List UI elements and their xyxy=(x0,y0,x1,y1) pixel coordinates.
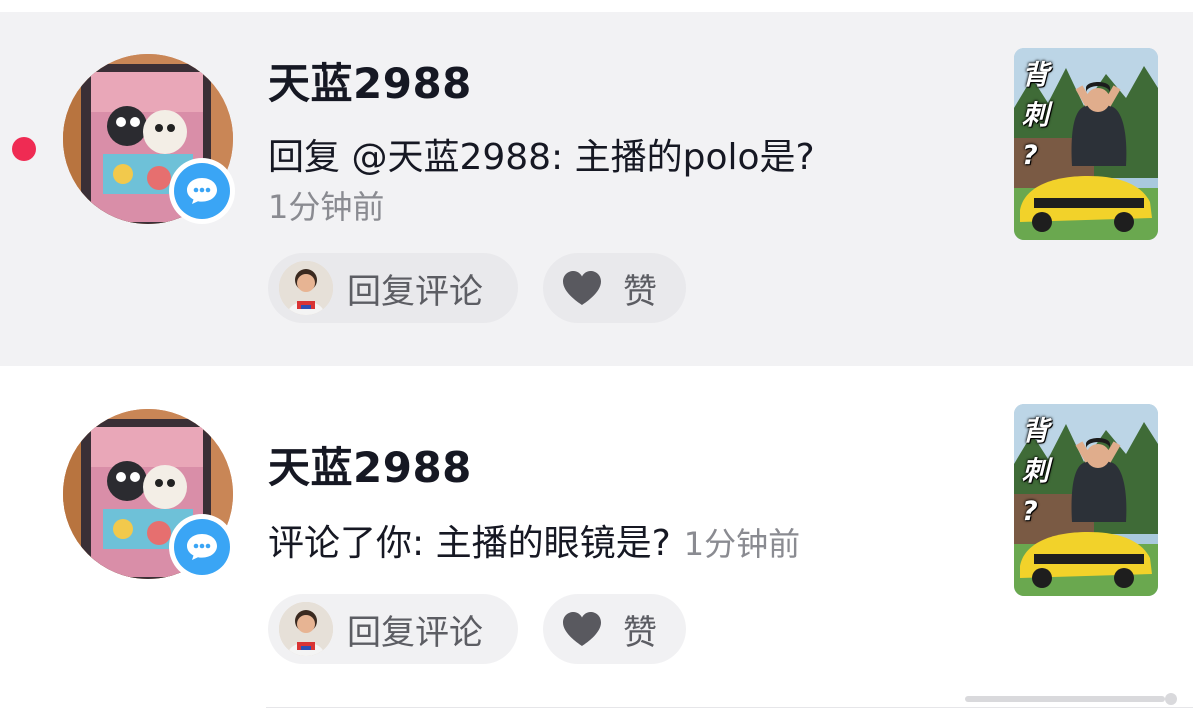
thumbnail-caption-1: 背 xyxy=(1022,416,1049,447)
message-badge xyxy=(169,158,235,224)
my-avatar xyxy=(279,602,333,656)
comment-icon xyxy=(187,534,217,560)
thumbnail-caption-2: 刺 xyxy=(1022,100,1049,131)
heart-icon xyxy=(563,271,601,305)
top-strip xyxy=(0,0,1193,12)
username[interactable]: 天蓝2988 xyxy=(268,50,472,111)
like-button[interactable]: 赞 xyxy=(543,253,686,323)
comment-icon xyxy=(187,178,217,204)
thumbnail-caption-2: 刺 xyxy=(1022,456,1049,487)
timestamp: 1分钟前 xyxy=(683,525,801,563)
thumbnail-caption-1: 背 xyxy=(1022,60,1049,91)
like-label: 赞 xyxy=(623,271,657,312)
message-badge xyxy=(169,514,235,580)
like-label: 赞 xyxy=(623,612,657,653)
comment-line: 评论了你: 主播的眼镜是? 1分钟前 xyxy=(268,514,800,566)
watermark-mark xyxy=(965,693,1177,705)
unread-dot xyxy=(12,137,36,161)
my-avatar xyxy=(279,261,333,315)
comment-content[interactable]: 评论了你: 主播的眼镜是? xyxy=(268,523,671,564)
reply-comment-button[interactable]: 回复评论 xyxy=(268,594,518,664)
username[interactable]: 天蓝2988 xyxy=(268,434,472,495)
reply-comment-label: 回复评论 xyxy=(347,271,483,312)
heart-icon xyxy=(563,612,601,646)
reply-content[interactable]: 回复 @天蓝2988: 主播的polo是? xyxy=(268,128,815,180)
video-thumbnail[interactable]: 背 刺 ? xyxy=(1014,404,1158,596)
reply-comment-button[interactable]: 回复评论 xyxy=(268,253,518,323)
thumbnail-caption-3: ? xyxy=(1022,496,1038,527)
thumbnail-caption-3: ? xyxy=(1022,140,1038,171)
reply-comment-label: 回复评论 xyxy=(347,612,483,653)
notification-item[interactable]: 天蓝2988 评论了你: 主播的眼镜是? 1分钟前 回复评论 赞 背 刺 ? xyxy=(0,366,1193,724)
like-button[interactable]: 赞 xyxy=(543,594,686,664)
video-thumbnail[interactable]: 背 刺 ? xyxy=(1014,48,1158,240)
timestamp: 1分钟前 xyxy=(268,188,385,226)
notification-item[interactable]: 天蓝2988 回复 @天蓝2988: 主播的polo是? 1分钟前 回复评论 赞 xyxy=(0,12,1193,366)
